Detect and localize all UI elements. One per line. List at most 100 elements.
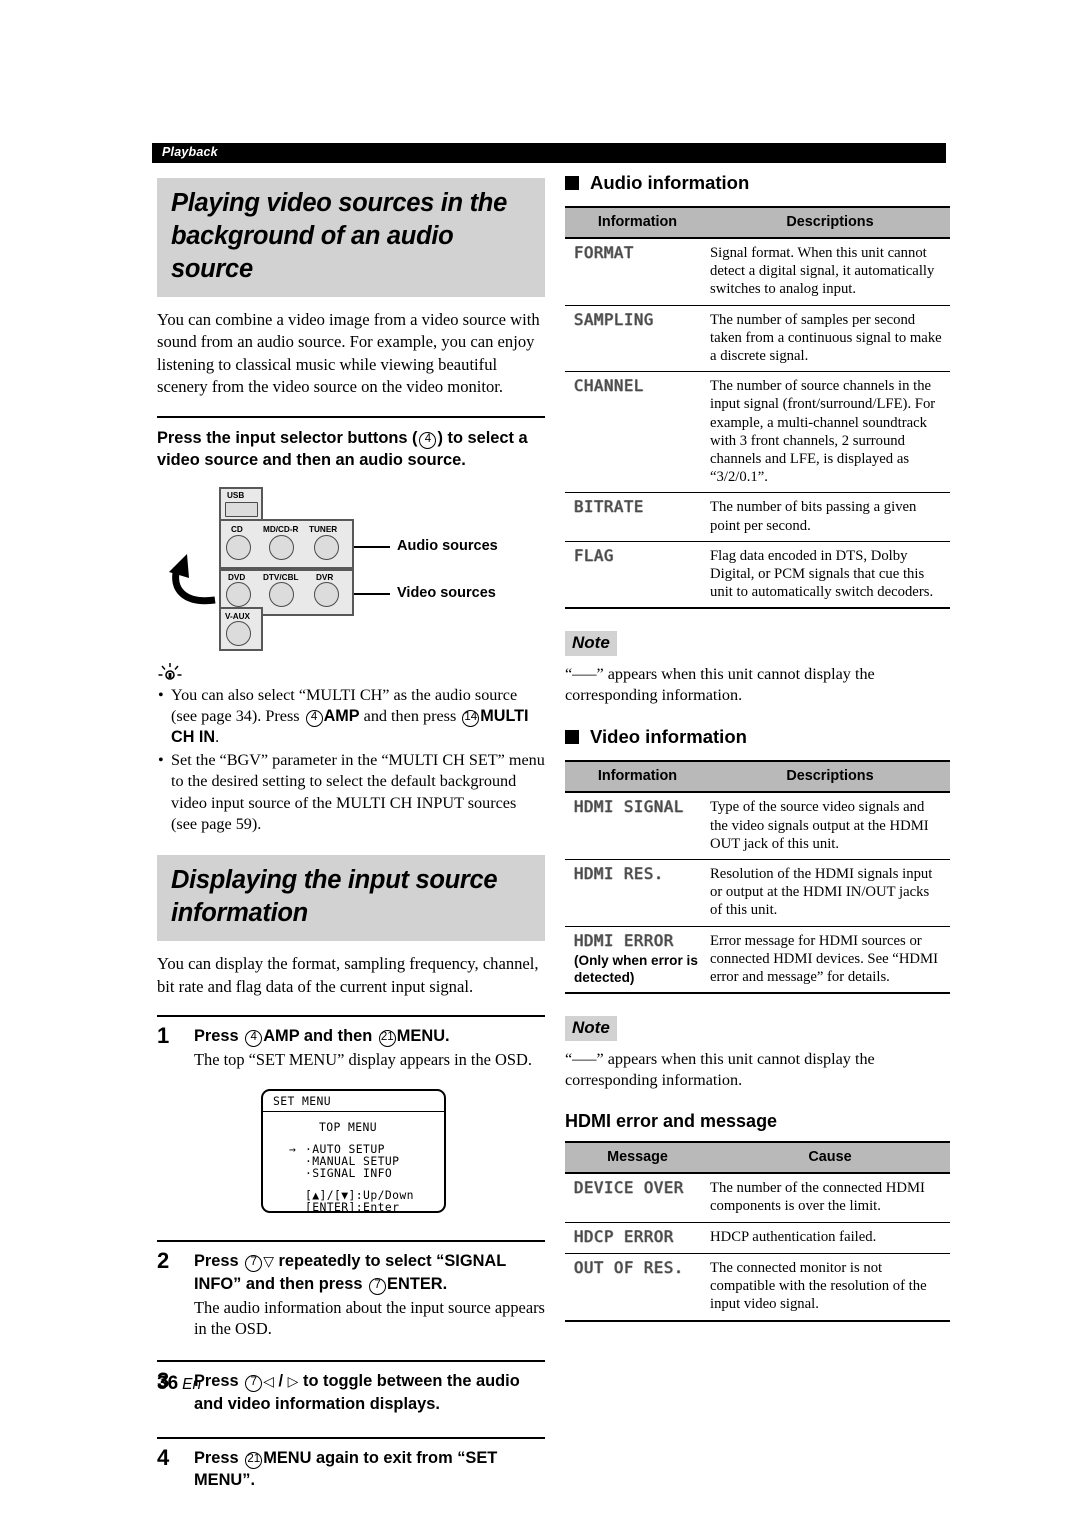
tip-item-1: You can also select “MULTI CH” as the au… — [157, 685, 545, 749]
row-desc-cell: HDCP authentication failed. — [710, 1222, 950, 1254]
row-desc-cell: Signal format. When this unit cannot det… — [710, 238, 950, 306]
row-desc-cell: The number of samples per second taken f… — [710, 305, 950, 373]
left-column: Playing video sources in the background … — [157, 178, 545, 1491]
table-row: HDCP ERROR HDCP authentication failed. — [565, 1222, 950, 1254]
button-label-usb: USB — [227, 490, 245, 500]
lcd-text-device-over: DEVICE OVER — [574, 1179, 684, 1198]
tips-list: You can also select “MULTI CH” as the au… — [157, 685, 545, 836]
section2-intro-paragraph: You can display the format, sampling fre… — [157, 954, 539, 996]
step-1-description: The top “SET MENU” display appears in th… — [194, 1050, 532, 1070]
table-header-row: Message Cause — [565, 1141, 950, 1175]
table-row: BITRATE The number of bits passing a giv… — [565, 492, 950, 542]
dtv-cbl-button[interactable] — [269, 581, 294, 607]
table-row: HDMI ERROR (Only when error is detected)… — [565, 926, 950, 995]
instruction-pre-text: Press the input selector buttons ( — [157, 428, 418, 447]
heading-video-information: Video information — [565, 726, 950, 748]
lcd-text-flag: FLAG — [574, 546, 614, 565]
osd-item-signal-info[interactable]: ·SIGNAL INFO — [305, 1167, 392, 1180]
heading-audio-information: Audio information — [565, 172, 950, 194]
running-head-bar: Playback — [152, 143, 946, 163]
row-desc-cell: Resolution of the HDMI signals input or … — [710, 859, 950, 927]
column-header-message: Message — [565, 1141, 710, 1175]
lcd-text-sampling: SAMPLING — [574, 310, 654, 329]
cd-button[interactable] — [226, 534, 251, 560]
bullet-square-icon — [565, 176, 579, 190]
row-desc-cell: The number of the connected HDMI compone… — [710, 1173, 950, 1223]
row-name-cell: HDCP ERROR — [565, 1222, 710, 1254]
tip-bulb-icon — [157, 662, 183, 684]
circled-number-4-tip: 4 — [305, 710, 323, 728]
row-name-cell: HDMI ERROR (Only when error is detected) — [565, 926, 710, 995]
input-selector-instruction: Press the input selector buttons (4) to … — [157, 427, 545, 471]
step-1-mid: and then — [299, 1027, 377, 1046]
step-2-description: The audio information about the input so… — [194, 1297, 545, 1339]
page-number: 36 En — [157, 1373, 201, 1395]
usb-button[interactable] — [225, 501, 258, 517]
circled-number-21-step4: 21 — [245, 1451, 263, 1469]
button-label-mdcdr: MD/CD-R — [263, 524, 299, 534]
down-triangle-icon: ▽ — [263, 1253, 274, 1270]
note-body-1: “–––” appears when this unit cannot disp… — [565, 665, 875, 705]
curved-arrow-icon — [169, 553, 216, 604]
tip-1-part3: and then press — [359, 707, 461, 726]
audio-information-label: Audio information — [590, 172, 750, 193]
left-triangle-icon: ◁ — [263, 1373, 274, 1390]
page-number-value: 36 — [157, 1373, 179, 1394]
step-4-pre: Press — [194, 1448, 244, 1467]
section1-intro-paragraph: You can combine a video image from a vid… — [157, 310, 540, 397]
step-3: 3 Press 7 ◁ / ▷ to toggle between the aud… — [157, 1368, 545, 1415]
osd-cursor-arrow: → — [289, 1141, 297, 1156]
step-3-title: Press 7 ◁ / ▷ to toggle between the audio… — [194, 1370, 545, 1415]
lcd-text-format: FORMAT — [574, 244, 634, 262]
step-4-number: 4 — [157, 1444, 170, 1470]
table-row: HDMI RES. Resolution of the HDMI signals… — [565, 859, 950, 927]
circled-number-14: 14 — [462, 710, 480, 728]
tuner-button[interactable] — [314, 534, 339, 560]
table-header-row: Information Descriptions — [565, 206, 950, 239]
video-sources-label: Video sources — [397, 584, 496, 601]
lcd-text-hdcp-error: HDCP ERROR — [574, 1227, 674, 1246]
hdmi-error-condition-note: (Only when error is detected) — [574, 952, 698, 985]
step-4-menu: MENU — [263, 1448, 312, 1467]
button-label-vaux: V-AUX — [225, 611, 251, 621]
step-3-slash: / — [274, 1371, 288, 1390]
osd-header-title: SET MENU — [273, 1093, 332, 1108]
step-1-post: . — [445, 1027, 450, 1046]
row-desc-cell: The number of source channels in the inp… — [710, 371, 950, 494]
heading-hdmi-error-and-message: HDMI error and message — [565, 1111, 778, 1132]
divider-step2 — [157, 1239, 545, 1242]
row-desc-cell: The connected monitor is not compatible … — [710, 1253, 950, 1322]
audio-information-table: Information Descriptions FORMAT Signal f… — [565, 206, 950, 610]
lcd-text-out-of-res: OUT OF RES. — [574, 1258, 684, 1277]
step-1-number: 1 — [157, 1023, 170, 1049]
md-cd-r-button[interactable] — [269, 534, 294, 560]
button-label-dtvcbl: DTV/CBL — [263, 572, 299, 582]
dvd-button[interactable] — [226, 581, 251, 607]
step-3-pre: Press — [194, 1371, 244, 1390]
note-tag-2: Note — [565, 1016, 617, 1042]
table-row: FORMAT Signal format. When this unit can… — [565, 238, 950, 306]
osd-top-menu-label: TOP MENU — [319, 1119, 378, 1134]
v-aux-button[interactable] — [226, 620, 251, 646]
dvr-button[interactable] — [314, 581, 339, 607]
table-row: SAMPLING The number of samples per secon… — [565, 305, 950, 373]
step-2-enter: ENTER — [387, 1274, 443, 1293]
lcd-text-bitrate: BITRATE — [574, 498, 644, 517]
divider — [157, 415, 545, 418]
lcd-text-channel: CHANNEL — [574, 377, 644, 396]
table-row: FLAG Flag data encoded in DTS, Dolby Dig… — [565, 541, 950, 610]
lcd-text-hdmi-signal: HDMI SIGNAL — [574, 798, 684, 817]
row-desc-cell: The number of bits passing a given point… — [710, 492, 950, 542]
document-page: Playback Playing video sources in the ba… — [0, 0, 1080, 1528]
step-1-menu: MENU — [396, 1027, 446, 1046]
osd-header-divider — [263, 1110, 444, 1112]
row-name-cell: FLAG — [565, 541, 710, 610]
step-2-number: 2 — [157, 1247, 170, 1273]
row-name-cell: DEVICE OVER — [565, 1173, 710, 1223]
row-name-cell: BITRATE — [565, 492, 710, 542]
section-title-playing-video-sources: Playing video sources in the background … — [157, 178, 545, 297]
leader-line-video — [354, 592, 390, 595]
row-name-cell: HDMI SIGNAL — [565, 792, 710, 861]
section-title-displaying-input-source: Displaying the input source information — [157, 855, 545, 942]
circled-number-7-step3: 7 — [245, 1374, 263, 1392]
